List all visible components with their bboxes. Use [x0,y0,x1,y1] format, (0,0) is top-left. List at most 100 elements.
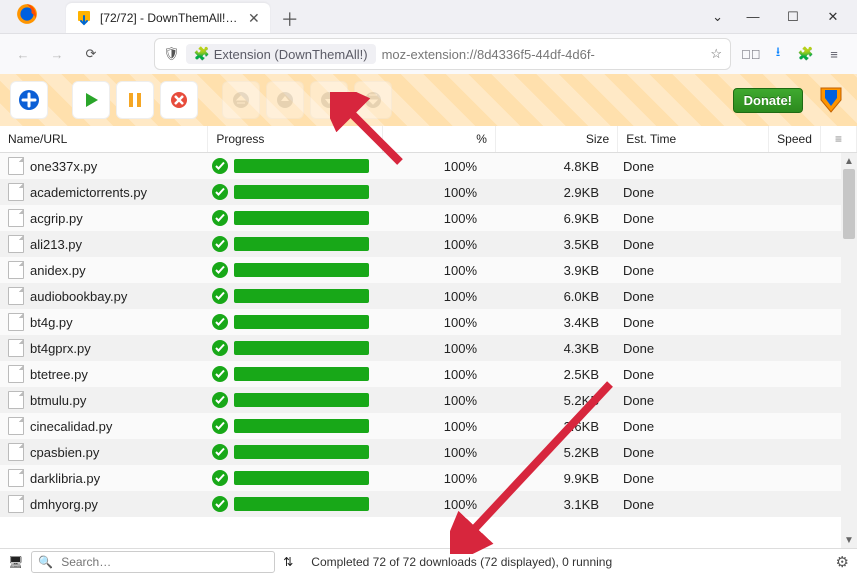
donate-button[interactable]: Donate! [733,88,803,113]
header-menu-icon[interactable]: ≡ [821,126,857,152]
table-row[interactable]: bt4gprx.py100%4.3KBDone [0,335,857,361]
cell-size: 9.9KB [489,471,611,486]
cell-eta: Done [611,471,763,486]
progress-bar [234,471,369,485]
dta-logo-icon [815,84,847,116]
vertical-scrollbar[interactable]: ▲ ▼ [841,153,857,548]
status-net-icon[interactable]: ⇅ [283,555,293,569]
table-row[interactable]: ali213.py100%3.5KBDone [0,231,857,257]
url-bar[interactable]: 🛡 🧩 Extension (DownThemAll!) moz-extensi… [154,38,731,70]
bookmark-star-icon[interactable]: ☆ [710,46,722,62]
window-close-button[interactable]: ✕ [823,9,843,25]
extensions-icon[interactable]: 🧩 [797,46,815,62]
cell-size: 6.0KB [489,289,611,304]
resume-button[interactable] [72,81,110,119]
reload-button[interactable]: ⟳ [76,39,106,69]
window-minimize-button[interactable]: — [743,9,763,24]
file-icon [8,261,24,279]
table-row[interactable]: academictorrents.py100%2.9KBDone [0,179,857,205]
cell-percent: 100% [377,367,489,382]
tab-close-icon[interactable]: ✕ [248,10,260,27]
table-row[interactable]: darklibria.py100%9.9KBDone [0,465,857,491]
progress-bar [234,211,369,225]
cell-percent: 100% [377,315,489,330]
check-icon [212,444,228,460]
cell-percent: 100% [377,445,489,460]
table-row[interactable]: btmulu.py100%5.2KBDone [0,387,857,413]
check-icon [212,184,228,200]
header-percent[interactable]: % [383,126,496,152]
forward-button[interactable]: → [42,39,72,69]
move-bottom-button[interactable] [354,81,392,119]
status-bar: 🖥 🔍 ⇅ Completed 72 of 72 downloads (72 d… [0,548,857,573]
table-row[interactable]: btetree.py100%2.5KBDone [0,361,857,387]
window-maximize-button[interactable]: ☐ [783,9,803,25]
file-name: anidex.py [30,263,86,278]
cell-eta: Done [611,263,763,278]
progress-bar [234,263,369,277]
progress-bar [234,419,369,433]
table-row[interactable]: audiobookbay.py 100%6.0KBDone [0,283,857,309]
status-text: Completed 72 of 72 downloads (72 display… [311,555,612,569]
downloads-icon[interactable]: ⭳ [769,43,787,65]
header-name[interactable]: Name/URL [0,126,208,152]
pause-button[interactable] [116,81,154,119]
file-name: btetree.py [30,367,88,382]
table-row[interactable]: acgrip.py100%6.9KBDone [0,205,857,231]
scroll-up-arrow-icon[interactable]: ▲ [841,153,857,169]
table-row[interactable]: cpasbien.py100%5.2KBDone [0,439,857,465]
check-icon [212,470,228,486]
monitor-icon[interactable]: 🖥 [8,555,23,569]
settings-gear-icon[interactable]: ⚙ [836,553,849,571]
shield-icon: 🛡 [163,46,180,62]
new-tab-button[interactable]: ＋ [276,5,304,33]
file-icon [8,365,24,383]
file-icon [8,209,24,227]
pocket-icon[interactable]: ⌄⃝ [741,47,759,62]
search-icon: 🔍 [38,555,53,569]
file-icon [8,157,24,175]
app-menu-icon[interactable]: ≡ [825,47,843,62]
header-eta[interactable]: Est. Time [618,126,769,152]
header-size[interactable]: Size [496,126,618,152]
file-icon [8,183,24,201]
back-button[interactable]: ← [8,39,38,69]
header-progress[interactable]: Progress [208,126,383,152]
cell-size: 3.9KB [489,263,611,278]
list-tabs-icon[interactable]: ⌄ [712,9,723,25]
move-top-button[interactable] [222,81,260,119]
move-up-button[interactable] [266,81,304,119]
header-speed[interactable]: Speed [769,126,821,152]
search-input[interactable] [59,554,268,570]
cell-eta: Done [611,497,763,512]
file-name: audiobookbay.py [30,289,127,304]
scroll-down-arrow-icon[interactable]: ▼ [841,532,857,548]
file-name: bt4g.py [30,315,73,330]
table-row[interactable]: cinecalidad.py100%3.6KBDone [0,413,857,439]
table-row[interactable]: one337x.py100%4.8KBDone [0,153,857,179]
cell-percent: 100% [377,419,489,434]
table-row[interactable]: bt4g.py100%3.4KBDone [0,309,857,335]
file-name: bt4gprx.py [30,341,91,356]
cell-percent: 100% [377,185,489,200]
file-icon [8,287,24,305]
cell-size: 3.5KB [489,237,611,252]
cell-eta: Done [611,159,763,174]
cell-eta: Done [611,315,763,330]
check-icon [212,158,228,174]
cell-percent: 100% [377,289,489,304]
cancel-button[interactable] [160,81,198,119]
table-row[interactable]: dmhyorg.py100%3.1KBDone [0,491,857,517]
cell-eta: Done [611,289,763,304]
cell-percent: 100% [377,159,489,174]
tab-title: [72/72] - DownThemAll! Manager [100,11,240,25]
search-box[interactable]: 🔍 [31,551,275,573]
move-down-button[interactable] [310,81,348,119]
browser-tab[interactable]: [72/72] - DownThemAll! Manager ✕ [66,3,270,33]
scroll-thumb[interactable] [843,169,855,239]
cell-eta: Done [611,341,763,356]
cell-size: 2.9KB [489,185,611,200]
cell-eta: Done [611,185,763,200]
table-row[interactable]: anidex.py100%3.9KBDone [0,257,857,283]
add-download-button[interactable] [10,81,48,119]
